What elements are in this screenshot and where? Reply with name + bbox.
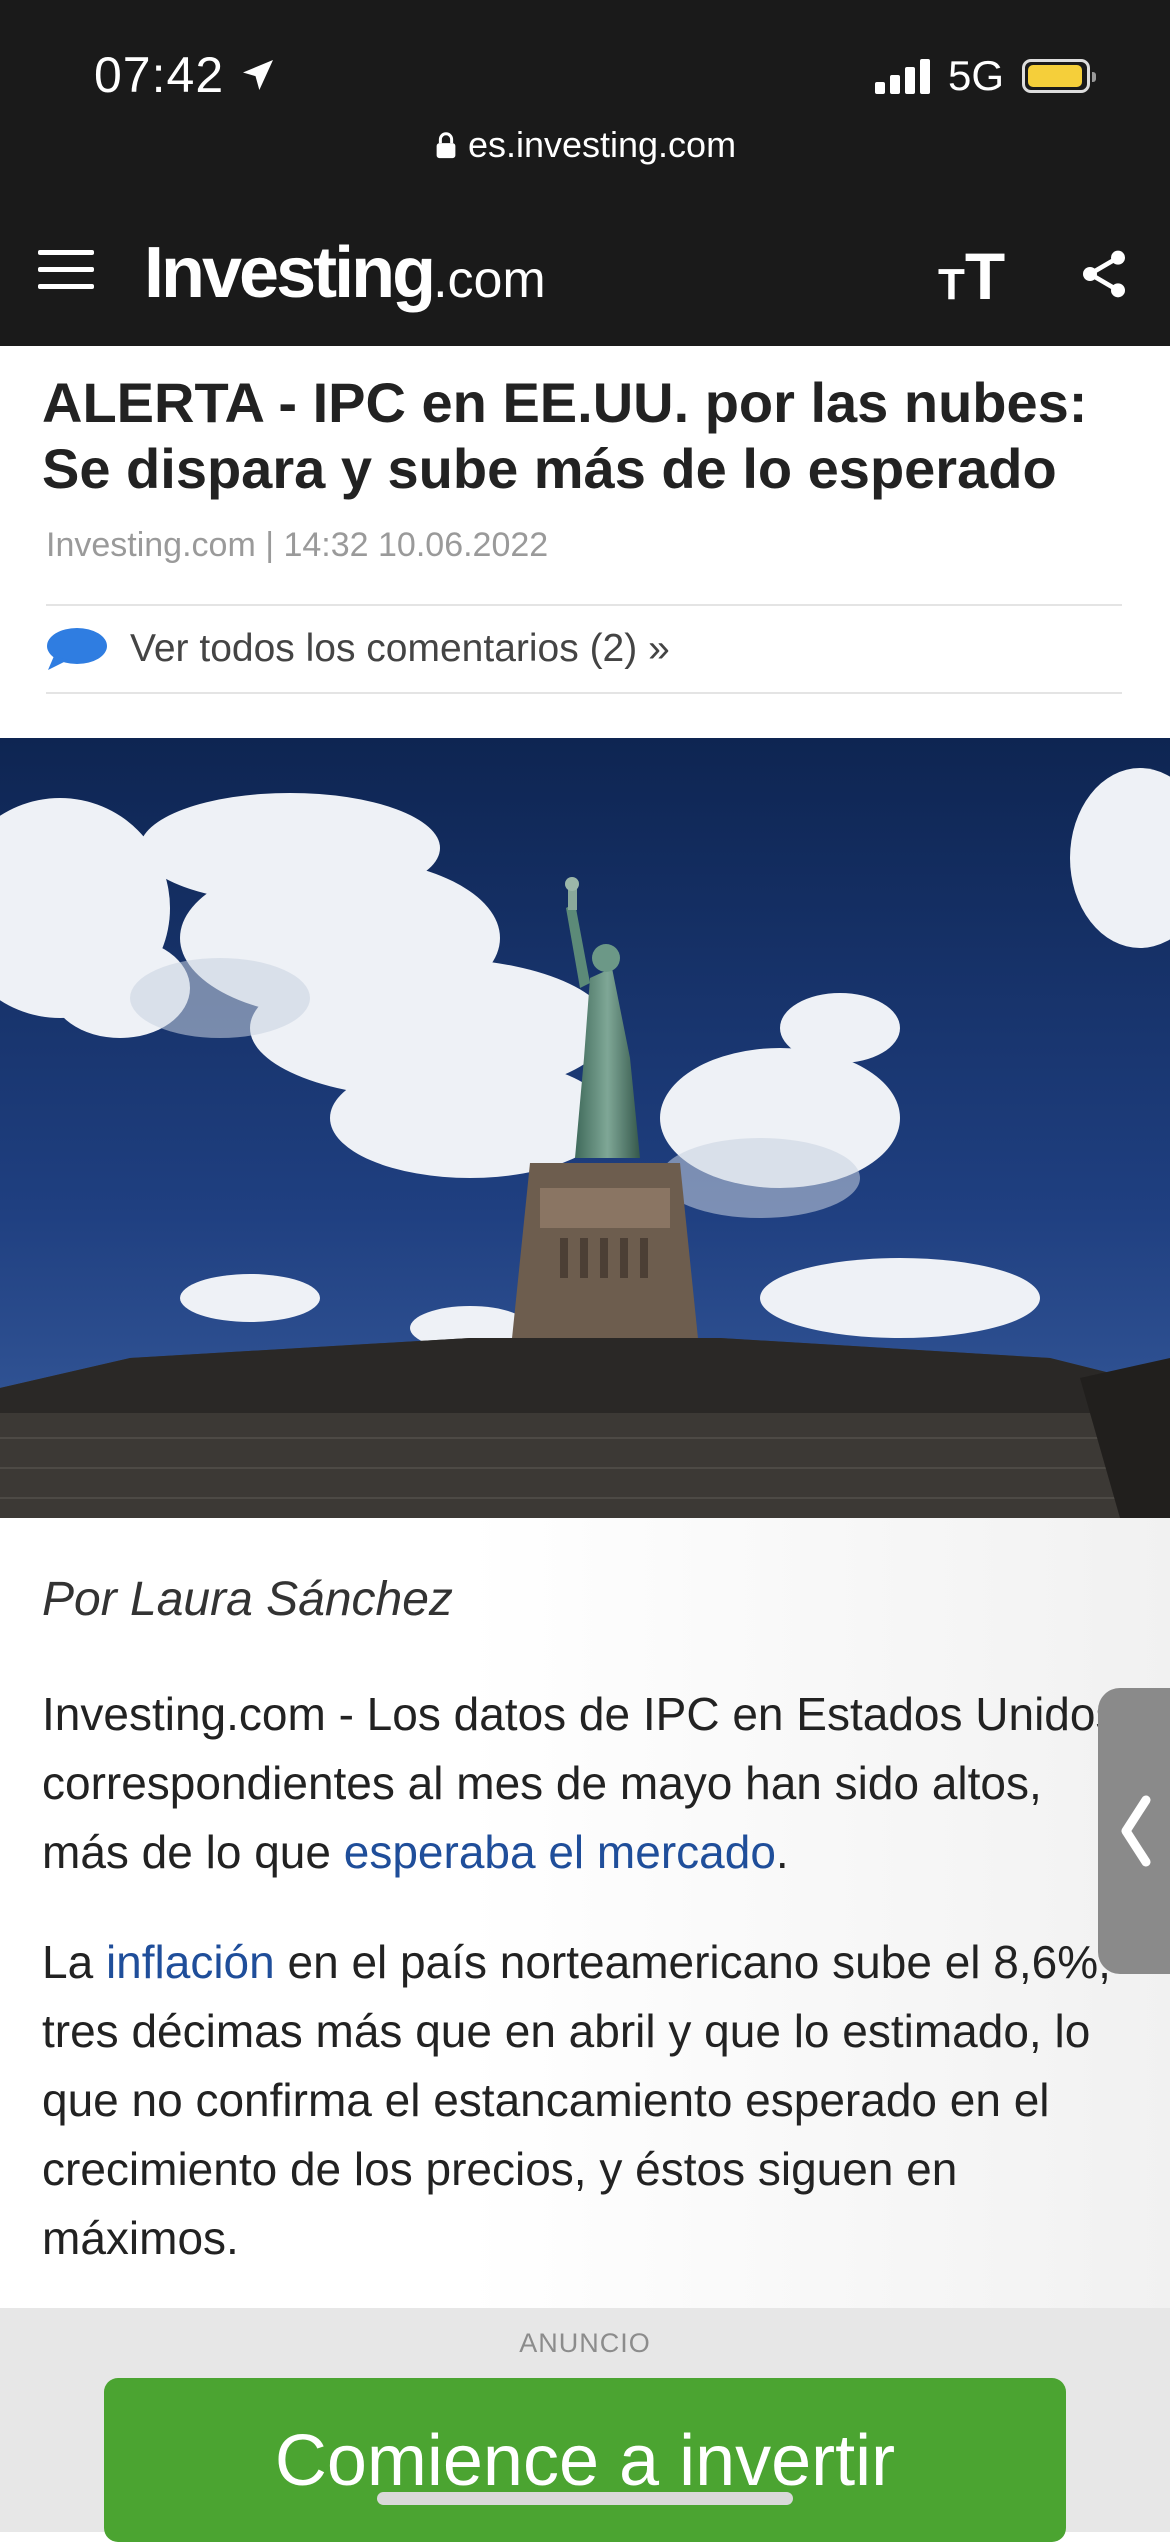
battery-icon bbox=[1022, 59, 1096, 93]
text-size-icon[interactable]: TT bbox=[938, 238, 1005, 314]
site-logo[interactable]: Investing.com bbox=[144, 232, 546, 314]
status-time: 07:42 bbox=[94, 46, 278, 104]
inflation-link[interactable]: inflación bbox=[106, 1936, 275, 1988]
text-size-large: T bbox=[964, 239, 1006, 313]
start-investing-button[interactable]: Comience a invertir bbox=[104, 2378, 1066, 2542]
logo-suffix: .com bbox=[433, 251, 546, 309]
chevron-left-icon bbox=[1121, 1795, 1151, 1867]
market-expectation-link[interactable]: esperaba el mercado bbox=[344, 1826, 776, 1878]
url-bar[interactable]: es.investing.com bbox=[0, 124, 1170, 166]
logo-main: Investing bbox=[144, 233, 436, 313]
byline: Por Laura Sánchez bbox=[42, 1573, 453, 1626]
status-indicators: 5G bbox=[874, 52, 1096, 100]
share-icon[interactable] bbox=[1076, 246, 1132, 302]
menu-icon[interactable] bbox=[38, 250, 94, 290]
top-bar: 07:42 5G es.investing.com Investing.com … bbox=[0, 0, 1170, 346]
paragraph-1: Investing.com - Los datos de IPC en Esta… bbox=[42, 1680, 1132, 1887]
lock-icon bbox=[436, 132, 456, 159]
clock: 07:42 bbox=[94, 47, 225, 103]
comments-link[interactable]: Ver todos los comentarios (2) » bbox=[46, 604, 1122, 694]
network-label: 5G bbox=[947, 52, 1004, 99]
article-title: ALERTA - IPC en EE.UU. por las nubes: Se… bbox=[42, 371, 1088, 500]
url-text: es.investing.com bbox=[467, 124, 737, 165]
paragraph-1-end: . bbox=[775, 1826, 789, 1878]
ad-label: ANUNCIO bbox=[519, 2328, 651, 2358]
article-meta: Investing.com | 14:32 10.06.2022 bbox=[46, 526, 549, 564]
article-body: Por Laura Sánchez Investing.com - Los da… bbox=[0, 1518, 1170, 2308]
home-indicator[interactable] bbox=[377, 2492, 793, 2505]
comments-label: Ver todos los comentarios (2) » bbox=[130, 627, 670, 670]
paragraph-2: La inflación en el país norteamericano s… bbox=[42, 1928, 1132, 2273]
location-arrow-icon bbox=[243, 60, 274, 90]
paragraph-2-start: La bbox=[42, 1936, 106, 1988]
text-size-small: T bbox=[938, 260, 965, 309]
article-image bbox=[0, 738, 1170, 1518]
site-nav: Investing.com TT bbox=[0, 220, 1170, 320]
comment-bubble-icon bbox=[47, 628, 107, 670]
side-drawer-tab[interactable] bbox=[1098, 1688, 1170, 1974]
signal-icon bbox=[874, 58, 930, 94]
